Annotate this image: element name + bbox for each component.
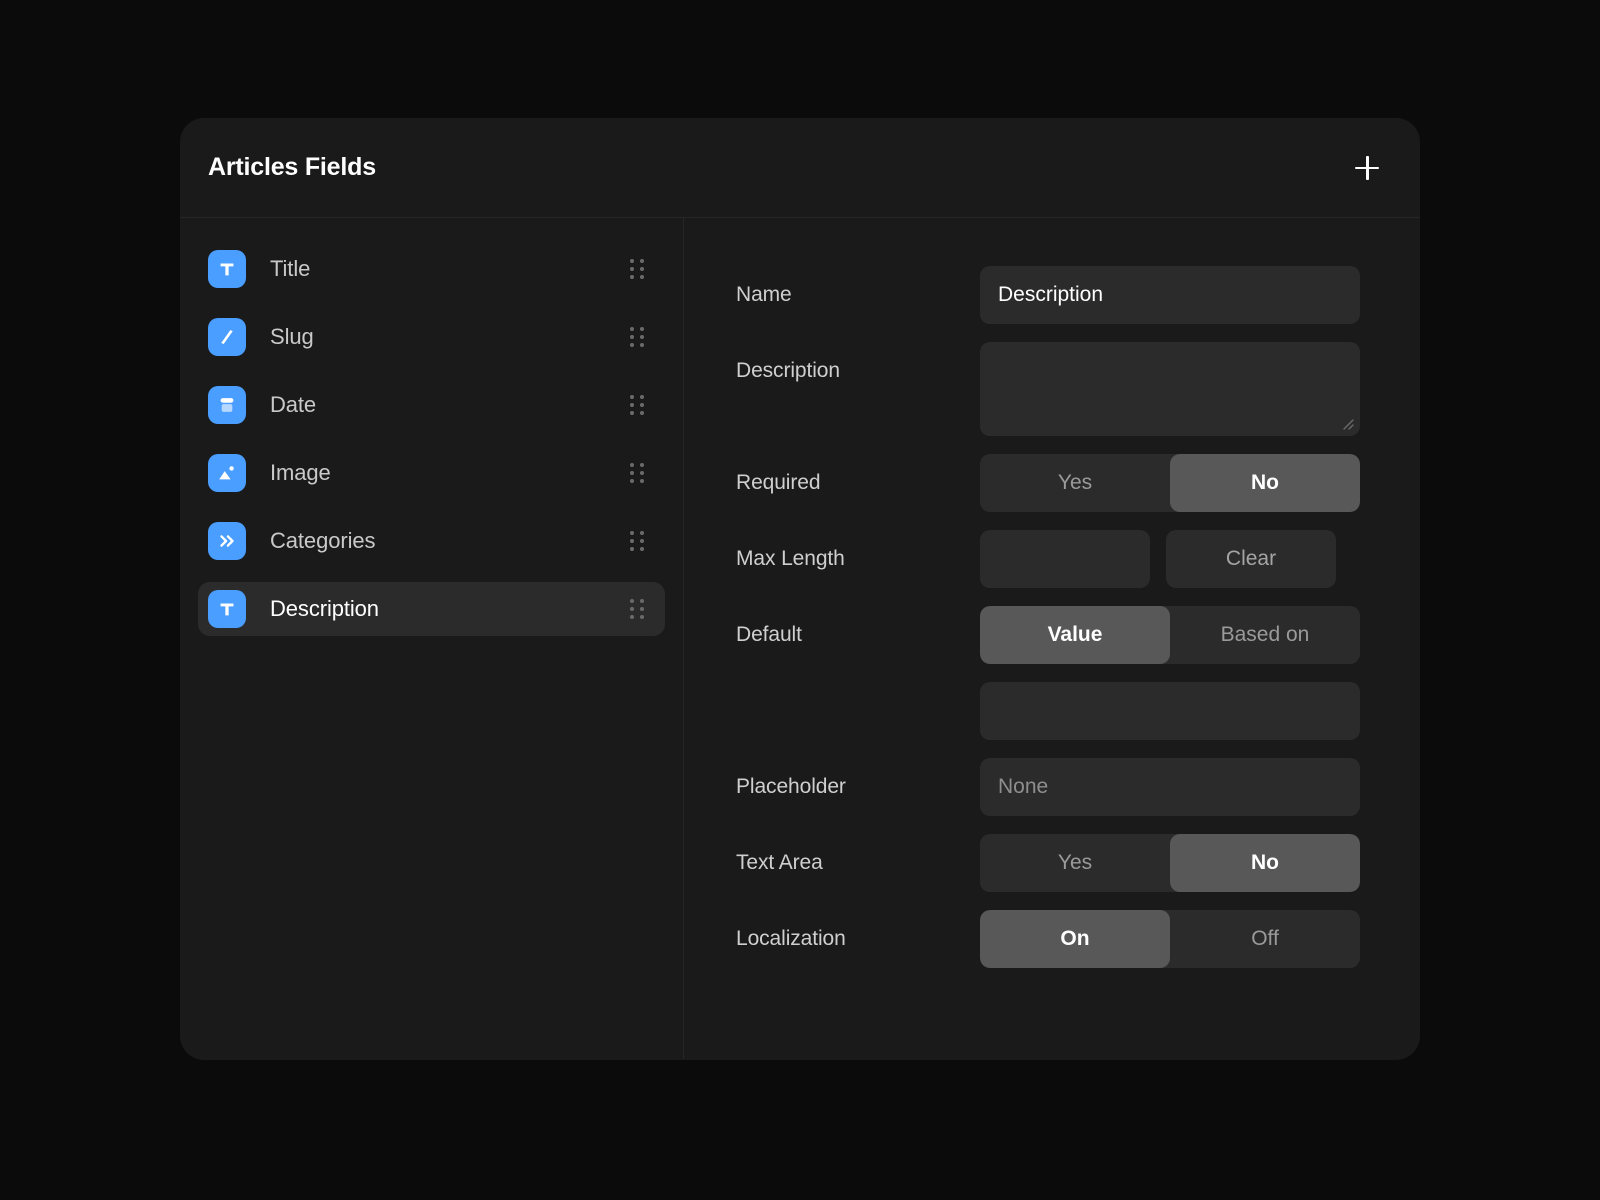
description-textarea[interactable] <box>980 342 1360 436</box>
form-row-placeholder: Placeholder <box>736 758 1360 816</box>
field-list-item-label: Image <box>270 460 331 485</box>
form-row-max-length: Max Length Clear <box>736 530 1360 588</box>
text-area-option-no[interactable]: No <box>1170 834 1360 892</box>
form-row-name: Name <box>736 266 1360 324</box>
panel-body: Title Slug Date Image Categories Descrip… <box>180 218 1420 1059</box>
text-area-option-yes[interactable]: Yes <box>980 834 1170 892</box>
form-row-description: Description <box>736 342 1360 436</box>
drag-handle-icon[interactable] <box>629 462 647 484</box>
articles-fields-panel: Articles Fields Title Slug Date Image Ca… <box>180 118 1420 1060</box>
placeholder-label: Placeholder <box>736 775 846 798</box>
image-picture-icon <box>208 454 246 492</box>
description-textarea-wrapper <box>980 342 1360 436</box>
field-list-item-title[interactable]: Title <box>198 242 665 296</box>
drag-handle-icon[interactable] <box>629 530 647 552</box>
name-input[interactable] <box>980 266 1360 324</box>
name-label: Name <box>736 283 792 306</box>
field-list-item-categories[interactable]: Categories <box>198 514 665 568</box>
required-segmented-control: Yes No <box>980 454 1360 512</box>
form-row-required: Required Yes No <box>736 454 1360 512</box>
default-value-input[interactable] <box>980 682 1360 740</box>
required-label: Required <box>736 471 821 494</box>
page-title: Articles Fields <box>208 153 376 181</box>
localization-option-off[interactable]: Off <box>1170 910 1360 968</box>
form-row-localization: Localization On Off <box>736 910 1360 968</box>
max-length-label: Max Length <box>736 547 845 570</box>
placeholder-input[interactable] <box>980 758 1360 816</box>
localization-segmented-control: On Off <box>980 910 1360 968</box>
field-list-item-image[interactable]: Image <box>198 446 665 500</box>
default-option-based-on[interactable]: Based on <box>1170 606 1360 664</box>
field-list: Title Slug Date Image Categories Descrip… <box>180 218 684 1059</box>
field-list-item-label: Date <box>270 392 317 417</box>
required-option-yes[interactable]: Yes <box>980 454 1170 512</box>
field-list-item-description[interactable]: Description <box>198 582 665 636</box>
text-field-icon <box>208 250 246 288</box>
clear-button[interactable]: Clear <box>1166 530 1336 588</box>
localization-option-on[interactable]: On <box>980 910 1170 968</box>
slash-slug-icon <box>208 318 246 356</box>
description-label: Description <box>736 359 840 382</box>
double-chevron-icon <box>208 522 246 560</box>
field-list-item-label: Title <box>270 256 311 281</box>
plus-icon[interactable] <box>1350 151 1384 185</box>
field-list-item-slug[interactable]: Slug <box>198 310 665 364</box>
panel-header: Articles Fields <box>180 118 1420 218</box>
calendar-date-icon <box>208 386 246 424</box>
field-list-item-label: Description <box>270 596 379 621</box>
max-length-input[interactable] <box>980 530 1150 588</box>
localization-label: Localization <box>736 927 846 950</box>
form-row-text-area: Text Area Yes No <box>736 834 1360 892</box>
field-list-item-label: Categories <box>270 528 376 553</box>
text-area-label: Text Area <box>736 851 823 874</box>
drag-handle-icon[interactable] <box>629 394 647 416</box>
drag-handle-icon[interactable] <box>629 326 647 348</box>
field-list-item-label: Slug <box>270 324 314 349</box>
field-list-item-date[interactable]: Date <box>198 378 665 432</box>
form-row-default-value <box>736 682 1360 740</box>
drag-handle-icon[interactable] <box>629 258 647 280</box>
drag-handle-icon[interactable] <box>629 598 647 620</box>
default-segmented-control: Value Based on <box>980 606 1360 664</box>
text-field-icon <box>208 590 246 628</box>
text-area-segmented-control: Yes No <box>980 834 1360 892</box>
default-label: Default <box>736 623 802 646</box>
default-option-value[interactable]: Value <box>980 606 1170 664</box>
field-settings-form: Name Description Required <box>684 218 1420 1059</box>
required-option-no[interactable]: No <box>1170 454 1360 512</box>
form-row-default: Default Value Based on <box>736 606 1360 664</box>
